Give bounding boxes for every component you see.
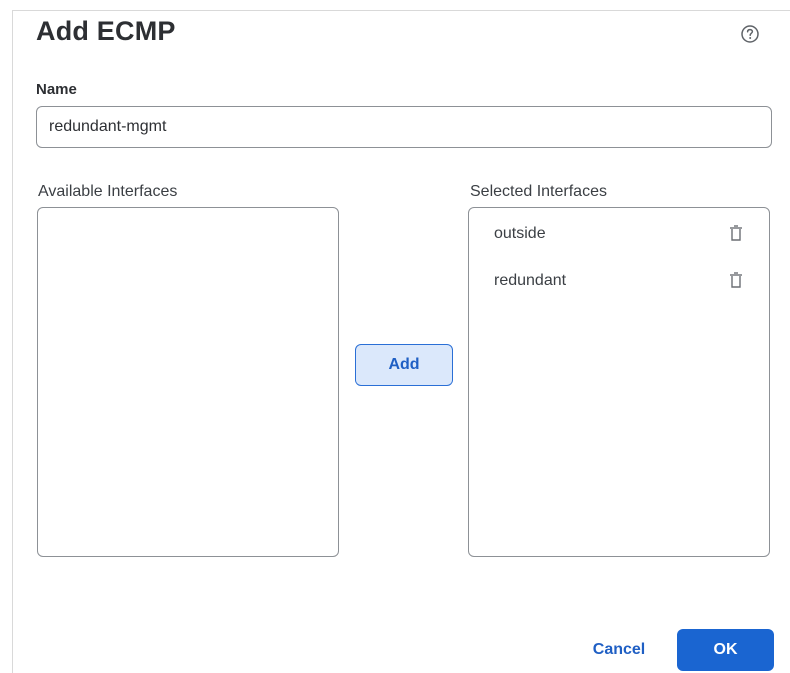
- ok-button[interactable]: OK: [677, 629, 774, 671]
- selected-interfaces-list[interactable]: outside redundant: [468, 207, 770, 557]
- available-interfaces-list[interactable]: [37, 207, 339, 557]
- available-interfaces-label: Available Interfaces: [38, 183, 178, 200]
- dialog-top-border: [12, 10, 790, 11]
- dialog-title: Add ECMP: [36, 16, 176, 46]
- question-circle-icon[interactable]: [740, 24, 760, 44]
- trash-icon[interactable]: [729, 272, 743, 288]
- selected-interface-item[interactable]: redundant: [469, 255, 769, 301]
- name-input[interactable]: [36, 106, 772, 148]
- add-button[interactable]: Add: [355, 344, 453, 386]
- selected-interface-item[interactable]: outside: [469, 208, 769, 254]
- selected-interface-label: outside: [494, 225, 546, 242]
- trash-icon[interactable]: [729, 225, 743, 241]
- selected-interface-label: redundant: [494, 272, 567, 289]
- dialog-left-border: [12, 10, 13, 673]
- cancel-button[interactable]: Cancel: [574, 629, 664, 671]
- name-label: Name: [36, 81, 77, 98]
- selected-interfaces-label: Selected Interfaces: [470, 183, 607, 200]
